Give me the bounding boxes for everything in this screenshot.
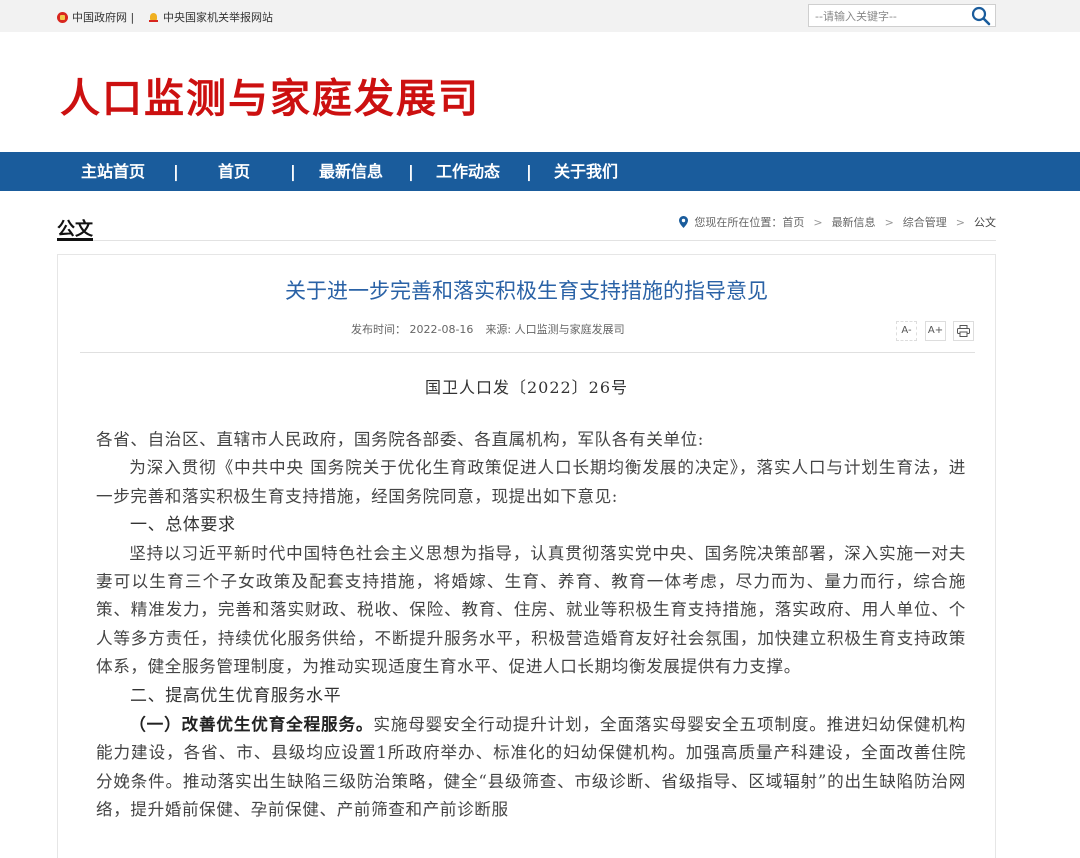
section-heading-2: 二、提高优生优育服务水平 bbox=[130, 685, 342, 706]
breadcrumb-separator: > bbox=[955, 215, 965, 229]
article-container: 关于进一步完善和落实积极生育支持措施的指导意见 发布时间： 2022-08-16… bbox=[57, 254, 996, 858]
site-logo[interactable]: 人口监测与家庭发展司 bbox=[60, 66, 480, 124]
nav-separator: | bbox=[290, 162, 296, 181]
nav-item-latest[interactable]: 最新信息 bbox=[319, 152, 383, 191]
breadcrumb-general-management[interactable]: 综合管理 bbox=[903, 214, 947, 230]
font-decrease-button[interactable]: A- bbox=[896, 321, 917, 341]
breadcrumb-home[interactable]: 首页 bbox=[782, 214, 804, 230]
breadcrumb-prefix: 您现在所在位置： bbox=[694, 216, 783, 229]
font-increase-label: A+ bbox=[927, 325, 944, 336]
print-icon bbox=[957, 325, 970, 337]
top-bar: 中国政府网 | 中央国家机关举报网站 bbox=[0, 0, 1080, 32]
subsection-lead: （一）改善优生优育全程服务。 bbox=[129, 714, 374, 735]
breadcrumb-separator: > bbox=[884, 215, 894, 229]
font-increase-button[interactable]: A+ bbox=[925, 321, 946, 341]
document-number: 国卫人口发〔2022〕26号 bbox=[424, 378, 629, 397]
nav-item-about[interactable]: 关于我们 bbox=[554, 152, 618, 191]
print-button[interactable] bbox=[953, 321, 974, 341]
nav-item-main-home[interactable]: 主站首页 bbox=[81, 152, 145, 191]
body-paragraph-2: （一）改善优生优育全程服务。实施母婴安全行动提升计划，全面落实母婴安全五项制度。… bbox=[96, 710, 966, 825]
nav-item-home[interactable]: 首页 bbox=[218, 152, 250, 191]
search-input[interactable] bbox=[809, 6, 969, 27]
search-icon[interactable] bbox=[971, 6, 991, 26]
nav-separator: | bbox=[173, 162, 179, 181]
nav-separator: | bbox=[526, 162, 532, 181]
gov-site-link[interactable]: 中国政府网 | bbox=[57, 9, 134, 25]
intro-paragraph: 为深入贯彻《中共中央 国务院关于优化生育政策促进人口长期均衡发展的决定》，落实人… bbox=[96, 458, 966, 506]
addressee-paragraph: 各省、自治区、直辖市人民政府，国务院各部委、各直属机构，军队各有关单位: bbox=[96, 430, 704, 449]
article-meta: 发布时间： 2022-08-16 来源: 人口监测与家庭发展司 bbox=[351, 321, 625, 337]
search-box bbox=[808, 4, 996, 27]
gov-site-link-label: 中国政府网 | bbox=[72, 11, 135, 24]
report-site-link-label: 中央国家机关举报网站 bbox=[163, 11, 273, 24]
breadcrumb-separator: > bbox=[813, 215, 823, 229]
article-title: 关于进一步完善和落实积极生育支持措施的指导意见 bbox=[285, 279, 768, 303]
report-site-link[interactable]: 中央国家机关举报网站 bbox=[148, 9, 273, 25]
article-source: 来源: 人口监测与家庭发展司 bbox=[485, 323, 625, 336]
font-decrease-label: A- bbox=[901, 325, 912, 336]
nav-separator: | bbox=[408, 162, 414, 181]
nav-item-work-news[interactable]: 工作动态 bbox=[436, 152, 500, 191]
breadcrumb-latest[interactable]: 最新信息 bbox=[832, 214, 876, 230]
publish-time: 发布时间： 2022-08-16 bbox=[351, 323, 474, 336]
article-body: 各省、自治区、直辖市人民政府，国务院各部委、各直属机构，军队各有关单位: 为深入… bbox=[96, 426, 966, 825]
meta-divider bbox=[80, 352, 975, 353]
breadcrumb-current: 公文 bbox=[974, 216, 996, 229]
national-emblem-icon bbox=[57, 11, 68, 23]
section-title-underline bbox=[57, 238, 93, 241]
section-heading-1: 一、总体要求 bbox=[130, 515, 236, 536]
report-bell-icon bbox=[148, 12, 159, 23]
body-paragraph-1: 坚持以习近平新时代中国特色社会主义思想为指导，认真贯彻落实党中央、国务院决策部署… bbox=[96, 543, 966, 677]
section-divider bbox=[57, 240, 996, 241]
location-pin-icon bbox=[679, 216, 689, 228]
main-nav: 主站首页 | 首页 | 最新信息 | 工作动态 | 关于我们 bbox=[0, 152, 1080, 191]
breadcrumb: 您现在所在位置： 首页 > 最新信息 > 综合管理 > 公文 bbox=[679, 214, 996, 230]
